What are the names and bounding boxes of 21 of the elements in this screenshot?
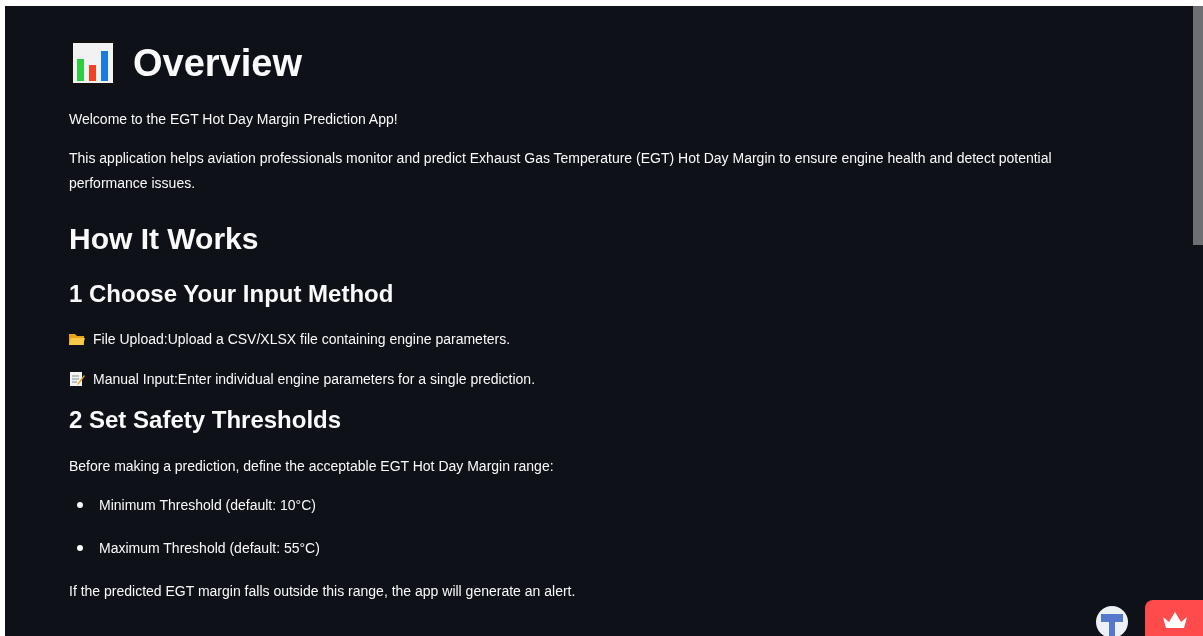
- bullet-icon: [77, 544, 83, 551]
- memo-icon: [69, 371, 85, 388]
- avatar-icon[interactable]: [1096, 606, 1128, 636]
- section-heading: How It Works: [69, 222, 260, 255]
- page-title: Overview: [133, 44, 302, 82]
- bar-chart-icon: [69, 39, 117, 87]
- paragraph: This application helps aviation professionals monitor and predict Exhaust Gas Temperature (EGT) Hot Day Margin to ensure engine health and detect potential performance issues.: [69, 149, 1053, 193]
- subsection-heading: 2 Set Safety Thresholds: [69, 407, 343, 434]
- bullet-icon: [77, 501, 83, 508]
- paragraph: Before making a prediction, define the acceptable EGT Hot Day Margin range:: [69, 456, 555, 476]
- deploy-badge[interactable]: [1145, 600, 1203, 636]
- scrollbar-thumb[interactable]: [1193, 6, 1203, 245]
- list-text: Minimum Threshold (default: 10°C): [99, 495, 316, 515]
- crown-icon: [1162, 611, 1188, 629]
- folder-icon: [69, 332, 85, 347]
- paragraph: If the predicted EGT margin falls outside this range, the app will generate an alert.: [69, 581, 577, 601]
- list-text: Manual Input:Enter individual engine parameters for a single prediction.: [93, 370, 536, 390]
- subsection-heading: 1 Choose Your Input Method: [69, 281, 395, 308]
- list-text: File Upload:Upload a CSV/XLSX file containing engine parameters.: [93, 330, 511, 350]
- paragraph: Welcome to the EGT Hot Day Margin Prediction App!: [69, 110, 399, 129]
- list-text: Maximum Threshold (default: 55°C): [99, 538, 320, 558]
